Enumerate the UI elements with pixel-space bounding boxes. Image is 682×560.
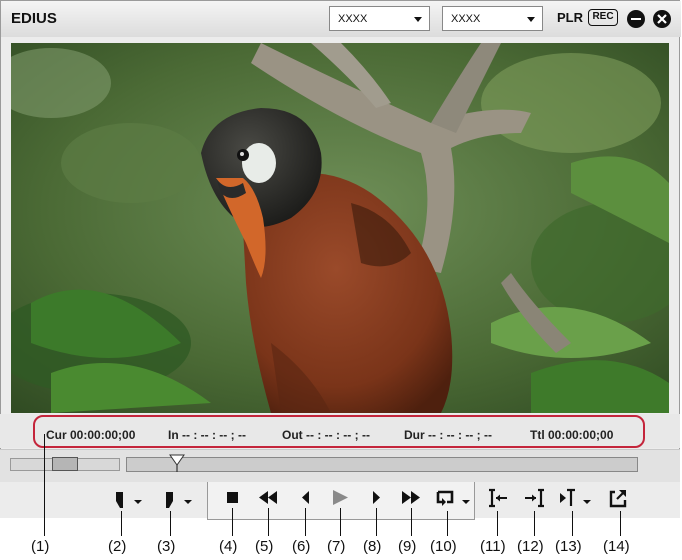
callout-5: (5) (255, 538, 274, 555)
callout-8: (8) (363, 538, 382, 555)
step-back-button[interactable] (292, 486, 322, 512)
out-timecode: Out -- : -- : -- ; -- (282, 428, 370, 442)
leader-line-7 (340, 508, 341, 536)
in-timecode: In -- : -- : -- ; -- (168, 428, 246, 442)
step-forward-icon (373, 491, 380, 504)
step-back-icon (302, 491, 309, 504)
rec-button[interactable]: REC (588, 9, 618, 26)
leader-line-8 (376, 508, 377, 536)
chevron-down-icon (414, 17, 422, 22)
dur-timecode: Dur -- : -- : -- ; -- (404, 428, 492, 442)
loop-button[interactable] (433, 486, 473, 512)
set-out-button[interactable] (162, 486, 192, 512)
bird-image (11, 43, 669, 413)
export-button[interactable] (605, 486, 635, 512)
dropdown-1[interactable]: XXXX (329, 6, 430, 31)
play-button[interactable] (324, 486, 354, 512)
callout-13: (13) (555, 538, 582, 555)
minimize-button[interactable] (627, 10, 645, 28)
callout-2: (2) (108, 538, 127, 555)
close-button[interactable] (653, 10, 671, 28)
dropdown-1-value: XXXX (338, 13, 368, 25)
callout-3: (3) (157, 538, 176, 555)
set-in-icon (116, 492, 142, 508)
callout-9: (9) (398, 538, 417, 555)
leader-line-11 (497, 511, 498, 536)
loop-icon (436, 490, 470, 506)
leader-line-2 (121, 511, 122, 536)
callout-14: (14) (603, 538, 630, 555)
go-to-out-button[interactable] (520, 486, 550, 512)
play-around-current-button[interactable] (555, 486, 595, 512)
step-forward-button[interactable] (362, 486, 392, 512)
callout-10: (10) (430, 538, 457, 555)
leader-line-5 (268, 508, 269, 536)
cur-timecode: Cur 00:00:00;00 (46, 428, 136, 442)
title-bar: EDIUS XXXX XXXX PLR REC (1, 1, 681, 37)
leader-line-10 (447, 511, 448, 536)
leader-line-14 (620, 511, 621, 536)
leader-line-13 (572, 511, 573, 536)
leader-line-6 (305, 508, 306, 536)
leader-line-4 (232, 508, 233, 536)
dropdown-2-value: XXXX (451, 13, 481, 25)
callout-12: (12) (517, 538, 544, 555)
app-title: EDIUS (11, 10, 57, 27)
go-to-out-icon (525, 488, 544, 508)
plr-button[interactable]: PLR (557, 10, 583, 25)
position-slider[interactable] (126, 457, 638, 472)
rewind-icon (259, 491, 277, 504)
callout-4: (4) (219, 538, 238, 555)
minimize-icon (631, 18, 641, 20)
callout-6: (6) (292, 538, 311, 555)
chevron-down-icon (527, 17, 535, 22)
play-icon (333, 490, 348, 505)
leader-line-3 (170, 511, 171, 536)
leader-line-12 (534, 511, 535, 536)
play-around-current-icon (560, 488, 591, 506)
playhead-icon[interactable] (169, 453, 185, 473)
dropdown-2[interactable]: XXXX (442, 6, 543, 31)
stop-icon (227, 492, 238, 503)
callout-11: (11) (480, 538, 506, 555)
export-icon (609, 490, 627, 508)
stop-button[interactable] (219, 486, 249, 512)
set-in-button[interactable] (112, 486, 142, 512)
callout-7: (7) (327, 538, 346, 555)
ttl-timecode: Ttl 00:00:00;00 (530, 428, 614, 442)
shuttle-slider-thumb[interactable] (52, 457, 78, 471)
leader-line-9 (411, 508, 412, 536)
leader-line-1 (44, 434, 45, 536)
set-out-icon (166, 492, 192, 508)
callout-1: (1) (31, 538, 50, 555)
go-to-in-button[interactable] (484, 486, 514, 512)
close-icon (657, 14, 667, 24)
preview-video[interactable] (11, 43, 669, 413)
go-to-in-icon (489, 488, 507, 508)
rewind-button[interactable] (254, 486, 284, 512)
